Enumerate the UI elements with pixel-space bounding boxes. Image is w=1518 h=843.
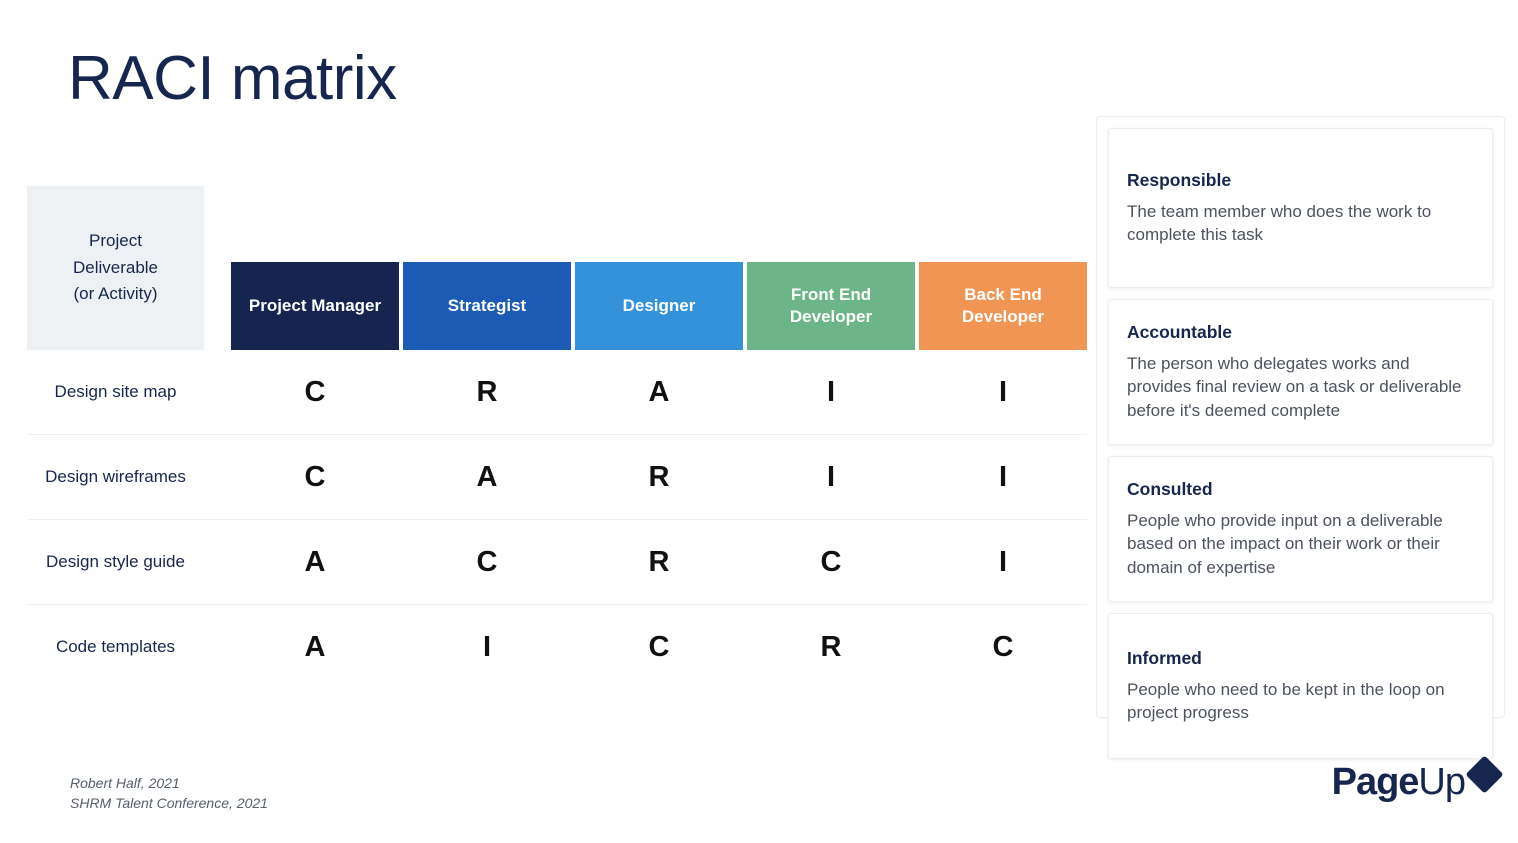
raci-cell: I bbox=[998, 460, 1008, 493]
diamond-icon bbox=[1465, 754, 1504, 794]
logo-wordmark: PageUp bbox=[1331, 761, 1466, 803]
raci-cell: A bbox=[476, 460, 498, 493]
row-cells: C R A I I bbox=[231, 375, 1087, 408]
raci-cell: R bbox=[476, 375, 498, 408]
column-header-front-end-developer: Front End Developer bbox=[747, 262, 915, 350]
column-header-designer: Designer bbox=[575, 262, 743, 350]
table-row: Design site map C R A I I bbox=[27, 350, 1087, 435]
column-header-label: Project Manager bbox=[248, 295, 382, 315]
legend-card-informed: Informed People who need to be kept in t… bbox=[1108, 613, 1493, 759]
pageup-logo: PageUp bbox=[1331, 754, 1504, 806]
legend-term: Accountable bbox=[1127, 321, 1233, 342]
legend-term: Responsible bbox=[1127, 169, 1232, 190]
legend-card-responsible: Responsible The team member who does the… bbox=[1108, 128, 1493, 288]
row-cells: A I C R C bbox=[231, 633, 1087, 662]
logo-text-page: Page bbox=[1331, 761, 1420, 803]
raci-cell: A bbox=[304, 545, 326, 578]
row-label: Design wireframes bbox=[45, 466, 186, 486]
raci-cell: C bbox=[304, 460, 326, 493]
raci-cell: C bbox=[648, 631, 670, 663]
page-title: RACI matrix bbox=[68, 44, 397, 113]
column-header-back-end-developer: Back End Developer bbox=[919, 262, 1087, 350]
raci-cell: I bbox=[998, 375, 1008, 408]
column-header-project-manager: Project Manager bbox=[231, 262, 399, 350]
raci-matrix: Project Deliverable (or Activity) Projec… bbox=[27, 186, 1087, 690]
raci-cell: A bbox=[648, 375, 670, 408]
raci-cell: C bbox=[992, 631, 1014, 663]
raci-cell: C bbox=[820, 545, 842, 578]
legend-description: People who need to be kept in the loop o… bbox=[1127, 679, 1445, 722]
citation-line-1: Robert Half, 2021 bbox=[70, 775, 180, 791]
table-row: Code templates A I C R C bbox=[27, 605, 1087, 690]
legend-card-accountable: Accountable The person who delegates wor… bbox=[1108, 299, 1493, 445]
legend-description: The person who delegates works and provi… bbox=[1127, 353, 1462, 420]
row-label: Code templates bbox=[55, 637, 176, 657]
raci-cell: R bbox=[820, 631, 842, 663]
role-header-cells: Project Manager Strategist Designer Fron… bbox=[231, 186, 1087, 350]
raci-cell: A bbox=[304, 631, 326, 663]
raci-cell: R bbox=[648, 460, 670, 493]
raci-cell: I bbox=[482, 631, 492, 663]
legend-term: Informed bbox=[1127, 647, 1202, 668]
column-header-label: Front End Developer bbox=[789, 284, 873, 326]
raci-cell: R bbox=[648, 545, 670, 578]
table-row: Design style guide A C R C I bbox=[27, 520, 1087, 605]
row-cells: A C R C I bbox=[231, 545, 1087, 578]
row-label: Design site map bbox=[54, 381, 177, 401]
raci-cell: I bbox=[998, 545, 1008, 578]
legend-term: Consulted bbox=[1127, 478, 1213, 499]
column-header-label: Back End Developer bbox=[961, 284, 1045, 326]
corner-label-line-3: (or Activity) bbox=[73, 284, 158, 304]
raci-cell: I bbox=[826, 460, 836, 493]
raci-cell: I bbox=[826, 375, 836, 408]
raci-cell: C bbox=[304, 375, 326, 408]
row-cells: C A R I I bbox=[231, 460, 1087, 493]
legend-description: The team member who does the work to com… bbox=[1127, 201, 1432, 244]
matrix-corner-cell: Project Deliverable (or Activity) bbox=[27, 186, 204, 350]
column-header-label: Designer bbox=[622, 295, 696, 315]
logo-text-up: Up bbox=[1418, 761, 1466, 803]
column-header-strategist: Strategist bbox=[403, 262, 571, 350]
raci-cell: C bbox=[476, 545, 498, 578]
corner-label-line-2: Deliverable bbox=[72, 257, 159, 277]
matrix-header-row: Project Deliverable (or Activity) Projec… bbox=[27, 186, 1087, 350]
raci-legend-panel: Responsible The team member who does the… bbox=[1096, 116, 1505, 759]
header-spacer bbox=[204, 186, 231, 350]
row-label: Design style guide bbox=[46, 551, 185, 571]
legend-card-consulted: Consulted People who provide input on a … bbox=[1108, 456, 1493, 602]
source-citation: Robert Half, 2021 SHRM Talent Conference… bbox=[70, 774, 268, 813]
table-row: Design wireframes C A R I I bbox=[27, 435, 1087, 520]
corner-label-line-1: Project bbox=[89, 231, 142, 251]
column-header-label: Strategist bbox=[447, 295, 527, 315]
legend-description: People who provide input on a deliverabl… bbox=[1127, 510, 1443, 577]
slide-canvas: RACI matrix Project Deliverable (or Acti… bbox=[0, 0, 1518, 843]
citation-line-2: SHRM Talent Conference, 2021 bbox=[70, 794, 268, 811]
